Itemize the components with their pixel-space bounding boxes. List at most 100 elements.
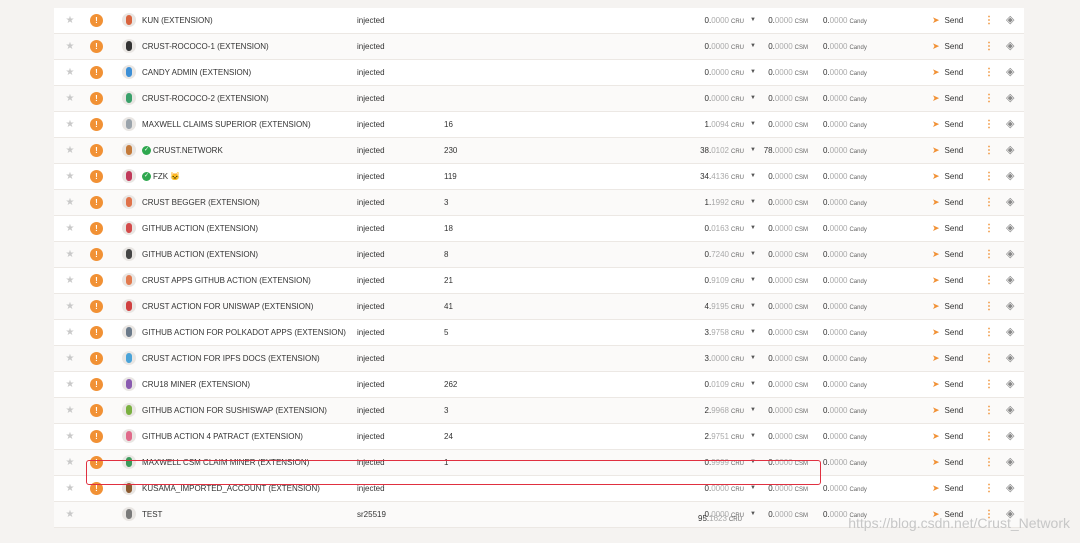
star-icon[interactable]: ★ [64, 164, 76, 189]
account-name[interactable]: CRUST ACTION FOR IPFS DOCS (EXTENSION) [142, 346, 320, 371]
chevron-down-icon[interactable]: ▼ [750, 60, 756, 85]
account-name[interactable]: MAXWELL CLAIMS SUPERIOR (EXTENSION) [142, 112, 311, 137]
send-button[interactable]: ➤ Send [932, 346, 963, 371]
account-name[interactable]: ✓ FZK 🐱 [142, 164, 180, 189]
kebab-menu-icon[interactable]: ⋮ [984, 450, 994, 475]
star-icon[interactable]: ★ [64, 138, 76, 163]
account-name[interactable]: CRUST-ROCOCO-1 (EXTENSION) [142, 34, 269, 59]
avatar[interactable] [122, 247, 136, 261]
chevron-down-icon[interactable]: ▼ [750, 138, 756, 163]
kebab-menu-icon[interactable]: ⋮ [984, 398, 994, 423]
avatar[interactable] [122, 39, 136, 53]
star-icon[interactable]: ★ [64, 424, 76, 449]
diamond-qr-icon[interactable]: ◈ [1006, 372, 1014, 397]
chevron-down-icon[interactable]: ▼ [750, 268, 756, 293]
diamond-qr-icon[interactable]: ◈ [1006, 346, 1014, 371]
avatar[interactable] [122, 169, 136, 183]
star-icon[interactable]: ★ [64, 502, 76, 527]
chevron-down-icon[interactable]: ▼ [750, 424, 756, 449]
diamond-qr-icon[interactable]: ◈ [1006, 294, 1014, 319]
star-icon[interactable]: ★ [64, 8, 76, 33]
chevron-down-icon[interactable]: ▼ [750, 476, 756, 501]
account-row[interactable]: ★ ! KUSAMA_IMPORTED_ACCOUNT (EXTENSION) … [54, 476, 1024, 502]
send-button[interactable]: ➤ Send [932, 398, 963, 423]
account-row[interactable]: ★ ! CRUST BEGGER (EXTENSION) injected 3 … [54, 190, 1024, 216]
account-name[interactable]: GITHUB ACTION 4 PATRACT (EXTENSION) [142, 424, 303, 449]
account-row[interactable]: ★ ! KUN (EXTENSION) injected 0.0000 CRU ▼… [54, 8, 1024, 34]
account-name[interactable]: CANDY ADMIN (EXTENSION) [142, 60, 251, 85]
account-name[interactable]: ✓ CRUST.NETWORK [142, 138, 223, 163]
send-button[interactable]: ➤ Send [932, 424, 963, 449]
send-button[interactable]: ➤ Send [932, 216, 963, 241]
avatar[interactable] [122, 65, 136, 79]
account-name[interactable]: GITHUB ACTION FOR SUSHISWAP (EXTENSION) [142, 398, 327, 423]
avatar[interactable] [122, 507, 136, 521]
kebab-menu-icon[interactable]: ⋮ [984, 190, 994, 215]
avatar[interactable] [122, 273, 136, 287]
kebab-menu-icon[interactable]: ⋮ [984, 34, 994, 59]
kebab-menu-icon[interactable]: ⋮ [984, 112, 994, 137]
avatar[interactable] [122, 481, 136, 495]
avatar[interactable] [122, 91, 136, 105]
avatar[interactable] [122, 429, 136, 443]
chevron-down-icon[interactable]: ▼ [750, 164, 756, 189]
chevron-down-icon[interactable]: ▼ [750, 320, 756, 345]
account-name[interactable]: CRUST APPS GITHUB ACTION (EXTENSION) [142, 268, 311, 293]
star-icon[interactable]: ★ [64, 294, 76, 319]
star-icon[interactable]: ★ [64, 86, 76, 111]
star-icon[interactable]: ★ [64, 398, 76, 423]
send-button[interactable]: ➤ Send [932, 8, 963, 33]
account-name[interactable]: CRU18 MINER (EXTENSION) [142, 372, 250, 397]
send-button[interactable]: ➤ Send [932, 190, 963, 215]
kebab-menu-icon[interactable]: ⋮ [984, 242, 994, 267]
star-icon[interactable]: ★ [64, 450, 76, 475]
diamond-qr-icon[interactable]: ◈ [1006, 216, 1014, 241]
star-icon[interactable]: ★ [64, 346, 76, 371]
send-button[interactable]: ➤ Send [932, 60, 963, 85]
star-icon[interactable]: ★ [64, 60, 76, 85]
chevron-down-icon[interactable]: ▼ [750, 34, 756, 59]
chevron-down-icon[interactable]: ▼ [750, 294, 756, 319]
star-icon[interactable]: ★ [64, 476, 76, 501]
avatar[interactable] [122, 325, 136, 339]
avatar[interactable] [122, 13, 136, 27]
account-name[interactable]: CRUST ACTION FOR UNISWAP (EXTENSION) [142, 294, 313, 319]
send-button[interactable]: ➤ Send [932, 34, 963, 59]
star-icon[interactable]: ★ [64, 320, 76, 345]
star-icon[interactable]: ★ [64, 268, 76, 293]
account-row[interactable]: ★ ! CRUST ACTION FOR IPFS DOCS (EXTENSIO… [54, 346, 1024, 372]
kebab-menu-icon[interactable]: ⋮ [984, 320, 994, 345]
chevron-down-icon[interactable]: ▼ [750, 8, 756, 33]
star-icon[interactable]: ★ [64, 372, 76, 397]
avatar[interactable] [122, 221, 136, 235]
avatar[interactable] [122, 351, 136, 365]
send-button[interactable]: ➤ Send [932, 112, 963, 137]
account-name[interactable]: CRUST BEGGER (EXTENSION) [142, 190, 260, 215]
send-button[interactable]: ➤ Send [932, 164, 963, 189]
diamond-qr-icon[interactable]: ◈ [1006, 86, 1014, 111]
diamond-qr-icon[interactable]: ◈ [1006, 476, 1014, 501]
account-name[interactable]: GITHUB ACTION (EXTENSION) [142, 242, 258, 267]
send-button[interactable]: ➤ Send [932, 476, 963, 501]
chevron-down-icon[interactable]: ▼ [750, 398, 756, 423]
send-button[interactable]: ➤ Send [932, 372, 963, 397]
send-button[interactable]: ➤ Send [932, 320, 963, 345]
diamond-qr-icon[interactable]: ◈ [1006, 8, 1014, 33]
kebab-menu-icon[interactable]: ⋮ [984, 8, 994, 33]
account-row[interactable]: ★ ! GITHUB ACTION (EXTENSION) injected 1… [54, 216, 1024, 242]
chevron-down-icon[interactable]: ▼ [750, 502, 756, 527]
avatar[interactable] [122, 299, 136, 313]
chevron-down-icon[interactable]: ▼ [750, 112, 756, 137]
kebab-menu-icon[interactable]: ⋮ [984, 138, 994, 163]
send-button[interactable]: ➤ Send [932, 86, 963, 111]
account-row[interactable]: ★ ! GITHUB ACTION 4 PATRACT (EXTENSION) … [54, 424, 1024, 450]
chevron-down-icon[interactable]: ▼ [750, 242, 756, 267]
star-icon[interactable]: ★ [64, 190, 76, 215]
kebab-menu-icon[interactable]: ⋮ [984, 346, 994, 371]
chevron-down-icon[interactable]: ▼ [750, 346, 756, 371]
avatar[interactable] [122, 195, 136, 209]
account-name[interactable]: GITHUB ACTION FOR POLKADOT APPS (EXTENSI… [142, 320, 346, 345]
chevron-down-icon[interactable]: ▼ [750, 86, 756, 111]
kebab-menu-icon[interactable]: ⋮ [984, 294, 994, 319]
account-row[interactable]: ★ ! CRUST-ROCOCO-1 (EXTENSION) injected … [54, 34, 1024, 60]
